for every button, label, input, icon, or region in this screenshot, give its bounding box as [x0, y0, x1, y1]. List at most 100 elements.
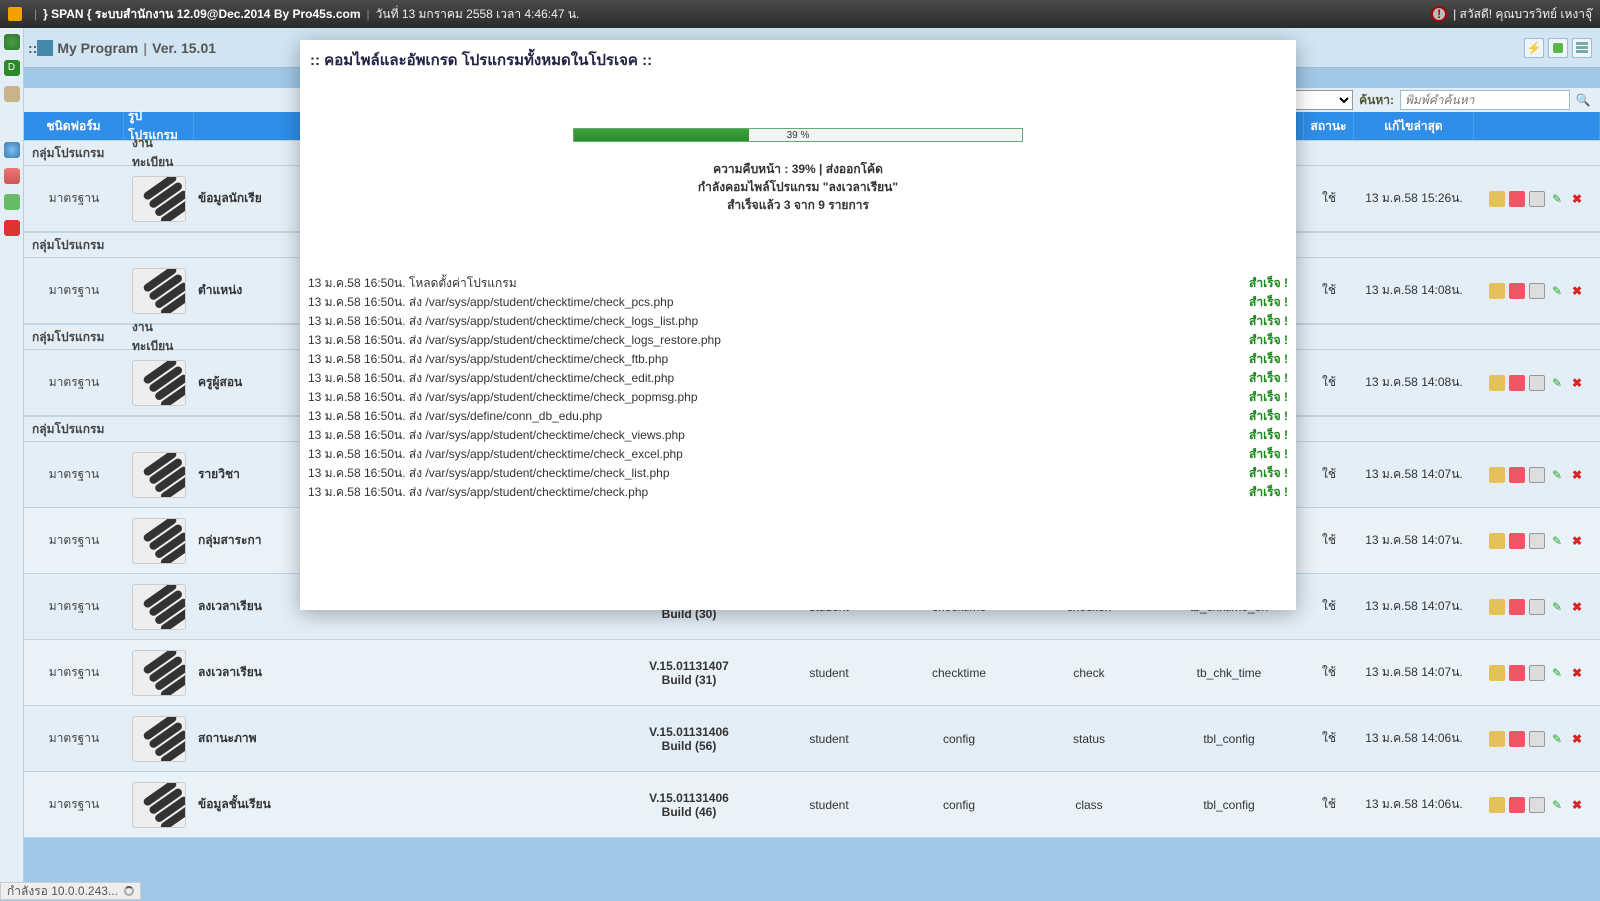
- cell-thumb: [124, 508, 194, 573]
- remove-icon[interactable]: ✖: [1569, 191, 1585, 207]
- cell-type: มาตรฐาน: [24, 706, 124, 771]
- top-bar: | } SPAN { ระบบสำนักงาน 12.09@Dec.2014 B…: [0, 0, 1600, 28]
- edit-icon[interactable]: ✎: [1549, 467, 1565, 483]
- copy-icon[interactable]: [1529, 599, 1545, 615]
- globe-icon[interactable]: [4, 142, 20, 158]
- copy-icon[interactable]: [1529, 731, 1545, 747]
- cell-type: มาตรฐาน: [24, 640, 124, 705]
- palette-icon[interactable]: [1509, 797, 1525, 813]
- cell-date: 13 ม.ค.58 14:06น.: [1354, 772, 1474, 837]
- remove-icon[interactable]: ✖: [1569, 283, 1585, 299]
- edit-icon[interactable]: ✎: [1549, 533, 1565, 549]
- edit-icon[interactable]: ✎: [1549, 375, 1565, 391]
- copy-icon[interactable]: [1529, 467, 1545, 483]
- col-thumb[interactable]: รูปโปรแกรม: [124, 112, 194, 140]
- key-icon[interactable]: [1489, 283, 1505, 299]
- palette-icon[interactable]: [1509, 533, 1525, 549]
- palette-icon[interactable]: [1509, 191, 1525, 207]
- log-line: 13 ม.ค.58 16:50น. ส่ง /var/sys/app/stude…: [308, 388, 1288, 407]
- delete-icon[interactable]: [4, 220, 20, 236]
- col-actions[interactable]: [1474, 112, 1600, 140]
- compile-log: 13 ม.ค.58 16:50น. โหลดตั้งค่าโปรแกรมสำเร…: [300, 274, 1296, 502]
- cell-name: ข้อมูลชั้นเรียน: [194, 772, 374, 837]
- copy-icon[interactable]: [1529, 665, 1545, 681]
- spring-icon: [132, 268, 186, 314]
- date-time-label: วันที่ 13 มกราคม 2558 เวลา 4:46:47 น.: [376, 5, 580, 24]
- cell-date: 13 ม.ค.58 14:08น.: [1354, 258, 1474, 323]
- copy-icon[interactable]: [1529, 375, 1545, 391]
- cell-type: มาตรฐาน: [24, 166, 124, 231]
- palette-icon[interactable]: [1509, 599, 1525, 615]
- col-date[interactable]: แก้ไขล่าสุด: [1354, 112, 1474, 140]
- database-icon[interactable]: D: [4, 60, 20, 76]
- key-icon[interactable]: [1489, 731, 1505, 747]
- key-icon[interactable]: [1489, 533, 1505, 549]
- palette-icon[interactable]: [1509, 375, 1525, 391]
- cell-table: tbl_config: [1154, 772, 1304, 837]
- progress-bar: 39 %: [573, 128, 1023, 142]
- spring-icon: [132, 360, 186, 406]
- status-icon[interactable]: [4, 194, 20, 210]
- key-icon[interactable]: [1489, 375, 1505, 391]
- copy-icon[interactable]: [1529, 797, 1545, 813]
- copy-icon[interactable]: [1529, 283, 1545, 299]
- table-row[interactable]: มาตรฐานข้อมูลชั้นเรียนV.15.01131406Build…: [24, 772, 1600, 838]
- build-button[interactable]: ⚡: [1524, 38, 1544, 58]
- log-status: สำเร็จ !: [1249, 293, 1288, 312]
- remove-icon[interactable]: ✖: [1569, 731, 1585, 747]
- edit-icon[interactable]: ✎: [1549, 665, 1565, 681]
- palette-icon[interactable]: [1509, 283, 1525, 299]
- cell-date: 13 ม.ค.58 14:08น.: [1354, 350, 1474, 415]
- greeting: | สวัสดี! คุณบวรวิทย์ เหงาจุ๊: [1453, 5, 1592, 24]
- copy-icon[interactable]: [1529, 533, 1545, 549]
- reload-icon[interactable]: [4, 34, 20, 50]
- cell-mod2: config: [894, 706, 1024, 771]
- copy-icon[interactable]: [1529, 191, 1545, 207]
- app-icon: [8, 7, 22, 21]
- remove-icon[interactable]: ✖: [1569, 467, 1585, 483]
- palette-icon[interactable]: [1509, 731, 1525, 747]
- cell-mod2: checktime: [894, 640, 1024, 705]
- run-button[interactable]: [1548, 38, 1568, 58]
- search-input[interactable]: [1400, 90, 1570, 110]
- log-text: 13 ม.ค.58 16:50น. ส่ง /var/sys/app/stude…: [308, 445, 1241, 464]
- edit-icon[interactable]: ✎: [1549, 731, 1565, 747]
- key-icon[interactable]: [1489, 599, 1505, 615]
- col-type[interactable]: ชนิดฟอร์ม: [24, 112, 124, 140]
- remove-icon[interactable]: ✖: [1569, 797, 1585, 813]
- log-line: 13 ม.ค.58 16:50น. ส่ง /var/sys/app/stude…: [308, 293, 1288, 312]
- remove-icon[interactable]: ✖: [1569, 375, 1585, 391]
- remove-icon[interactable]: ✖: [1569, 599, 1585, 615]
- palette-icon[interactable]: [1509, 665, 1525, 681]
- cell-thumb: [124, 706, 194, 771]
- log-status: สำเร็จ !: [1249, 483, 1288, 502]
- cell-thumb: [124, 258, 194, 323]
- key-icon[interactable]: [1489, 665, 1505, 681]
- cell-date: 13 ม.ค.58 15:26น.: [1354, 166, 1474, 231]
- key-icon[interactable]: [1489, 797, 1505, 813]
- cell-mod3: check: [1024, 640, 1154, 705]
- key-icon[interactable]: [1489, 467, 1505, 483]
- list-icon[interactable]: [4, 168, 20, 184]
- progress-percent: 39 %: [574, 129, 1022, 142]
- key-icon[interactable]: [1489, 191, 1505, 207]
- search-icon[interactable]: 🔍: [1574, 91, 1592, 109]
- remove-icon[interactable]: ✖: [1569, 533, 1585, 549]
- log-text: 13 ม.ค.58 16:50น. ส่ง /var/sys/app/stude…: [308, 350, 1241, 369]
- cell-status: ใช้: [1304, 350, 1354, 415]
- cell-desc: [374, 772, 614, 837]
- edit-icon[interactable]: ✎: [1549, 797, 1565, 813]
- alert-icon[interactable]: [1431, 6, 1447, 22]
- edit-icon[interactable]: ✎: [1549, 599, 1565, 615]
- table-row[interactable]: มาตรฐานลงเวลาเรียนV.15.01131407Build (31…: [24, 640, 1600, 706]
- remove-icon[interactable]: ✖: [1569, 665, 1585, 681]
- layout-button[interactable]: [1572, 38, 1592, 58]
- edit-icon[interactable]: ✎: [1549, 283, 1565, 299]
- left-toolbar: D: [0, 28, 24, 900]
- edit-icon[interactable]: ✎: [1549, 191, 1565, 207]
- palette-icon[interactable]: [1509, 467, 1525, 483]
- table-row[interactable]: มาตรฐานสถานะภาพV.15.01131406Build (56)st…: [24, 706, 1600, 772]
- spring-icon: [132, 584, 186, 630]
- col-status[interactable]: สถานะ: [1304, 112, 1354, 140]
- link-icon[interactable]: [4, 86, 20, 102]
